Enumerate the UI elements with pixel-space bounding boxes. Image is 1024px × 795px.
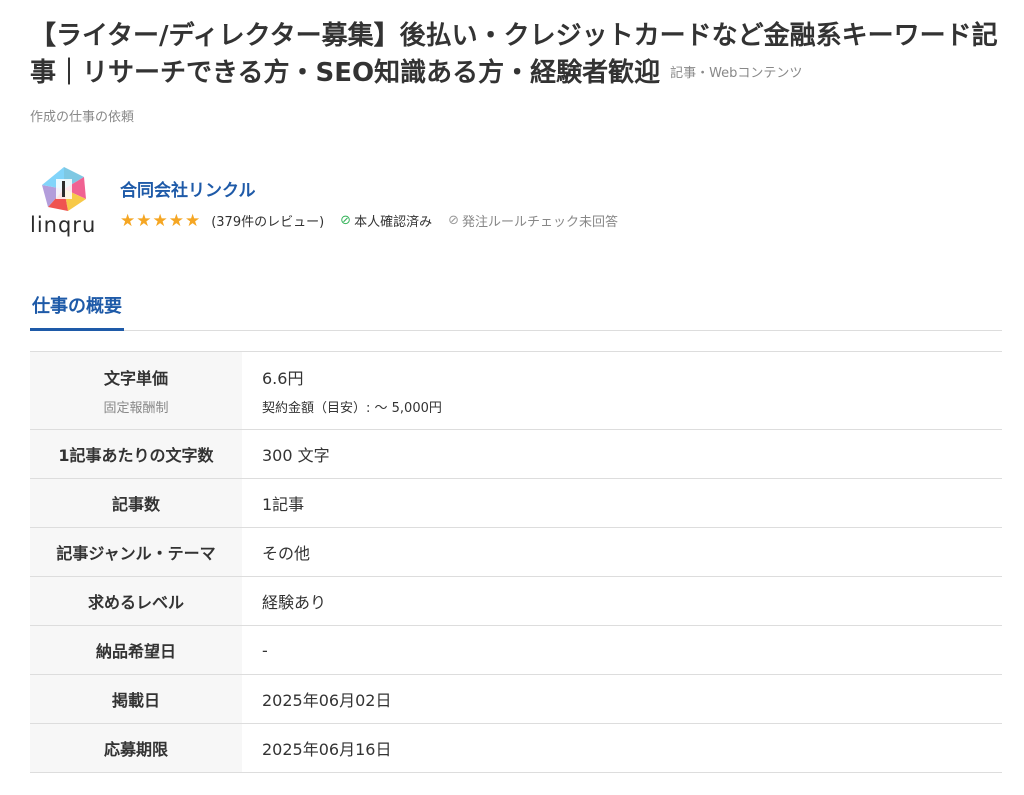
table-row: 1記事あたりの文字数 300 文字	[30, 429, 1002, 479]
table-row: 応募期限 2025年06月16日	[30, 723, 1002, 773]
row-label-text: 文字単価	[103, 369, 168, 388]
check-circle-icon: ⊘	[340, 213, 352, 228]
reviews-link[interactable]: (379件のレビュー)	[211, 211, 324, 230]
rule-check-label: 発注ルールチェック未回答	[462, 215, 619, 230]
client-meta: ★★★★★ (379件のレビュー) ⊘ 本人確認済み ⊘ 発注ルールチェック未回…	[120, 211, 618, 231]
table-row: 掲載日 2025年06月02日	[30, 674, 1002, 724]
row-value: 2025年06月16日	[262, 740, 392, 759]
client-logo[interactable]: linqru	[30, 165, 108, 245]
check-circle-outline-icon: ⊘	[448, 213, 459, 228]
table-row: 納品希望日 -	[30, 625, 1002, 675]
section-tabs: 仕事の概要	[30, 291, 1002, 331]
client-logo-text: linqru	[30, 213, 97, 237]
row-label: 納品希望日	[30, 625, 242, 675]
row-value: その他	[262, 544, 311, 563]
job-detail-page: 【ライター/ディレクター募集】後払い・クレジットカードなど金融系キーワード記事｜…	[0, 0, 1024, 795]
row-value-sub: 契約金額（目安）: 〜 5,000円	[262, 401, 442, 416]
job-category-link[interactable]: 記事・Webコンテンツ	[670, 66, 802, 81]
client-section: linqru 合同会社リンクル ★★★★★ (379件のレビュー) ⊘ 本人確認…	[30, 165, 994, 245]
row-label: 1記事あたりの文字数	[30, 429, 242, 479]
row-value: 2025年06月02日	[262, 691, 392, 710]
row-label: 記事ジャンル・テーマ	[30, 527, 242, 577]
row-value: 300 文字	[262, 446, 330, 465]
row-value-text: 6.6円	[262, 369, 304, 388]
overview-table: 文字単価 固定報酬制 6.6円 契約金額（目安）: 〜 5,000円 1記事あた…	[30, 351, 1002, 773]
verified-badge: ⊘ 本人確認済み	[340, 211, 432, 230]
client-name-link[interactable]: 合同会社リンクル	[120, 176, 618, 201]
table-row: 求めるレベル 経験あり	[30, 576, 1002, 626]
row-label: 応募期限	[30, 723, 242, 773]
tab-overview[interactable]: 仕事の概要	[30, 292, 124, 331]
row-value: 1記事	[262, 495, 305, 514]
table-row: 文字単価 固定報酬制 6.6円 契約金額（目安）: 〜 5,000円	[30, 351, 1002, 430]
row-value: 6.6円 契約金額（目安）: 〜 5,000円	[242, 352, 1002, 430]
job-title-text: 【ライター/ディレクター募集】後払い・クレジットカードなど金融系キーワード記事｜…	[30, 21, 998, 88]
verified-label: 本人確認済み	[354, 215, 433, 230]
job-category-sub: 作成の仕事の依頼	[30, 110, 135, 125]
row-label: 記事数	[30, 478, 242, 528]
row-value: -	[262, 640, 268, 660]
rating-stars: ★★★★★	[120, 210, 202, 231]
table-row: 記事ジャンル・テーマ その他	[30, 527, 1002, 577]
row-label-sub: 固定報酬制	[103, 401, 169, 416]
client-info: 合同会社リンクル ★★★★★ (379件のレビュー) ⊘ 本人確認済み ⊘ 発注…	[120, 176, 618, 231]
rule-check-badge: ⊘ 発注ルールチェック未回答	[448, 211, 618, 230]
row-value: 経験あり	[262, 593, 327, 612]
client-logo-mark-icon	[42, 167, 86, 211]
row-label: 掲載日	[30, 674, 242, 724]
job-title: 【ライター/ディレクター募集】後払い・クレジットカードなど金融系キーワード記事｜…	[30, 0, 1005, 92]
row-label: 求めるレベル	[30, 576, 242, 626]
row-label: 文字単価 固定報酬制	[30, 351, 242, 430]
table-row: 記事数 1記事	[30, 478, 1002, 528]
